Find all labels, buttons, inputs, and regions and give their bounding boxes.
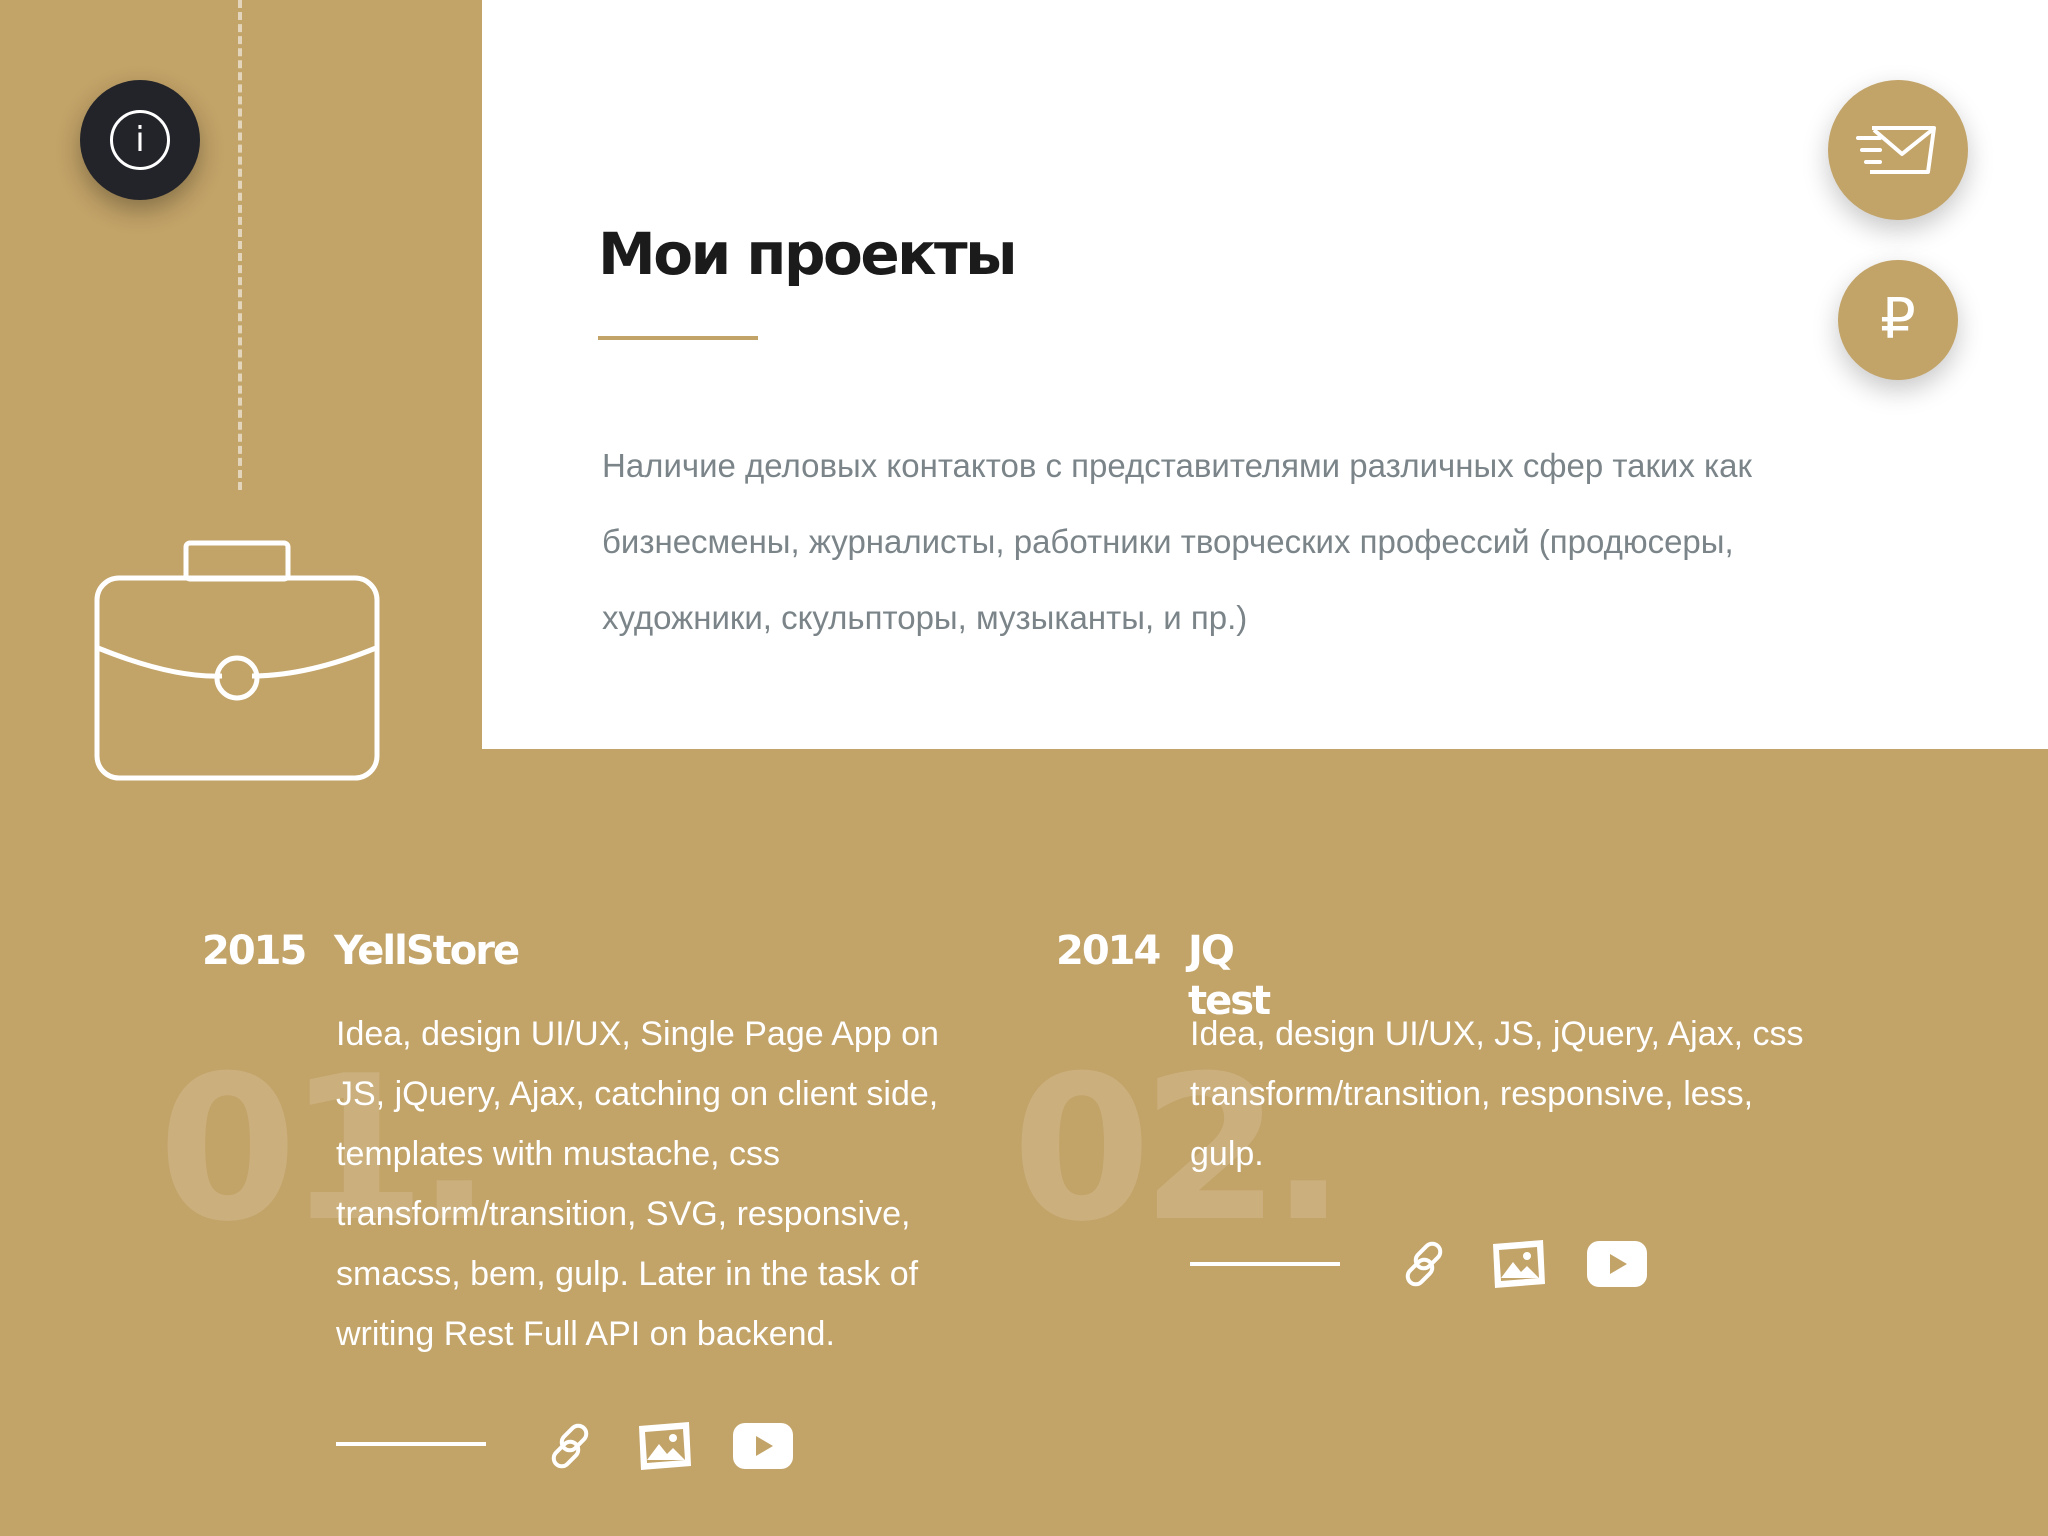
intro-text: Наличие деловых контактов с представител…	[602, 447, 1752, 636]
ruble-icon: ₽	[1880, 287, 1916, 352]
project-year: 2014	[1056, 928, 1161, 974]
link-icon	[1405, 1241, 1443, 1287]
dashed-timeline	[238, 0, 242, 490]
project-video-button[interactable]	[732, 1416, 794, 1476]
page-title: Мои проекты	[598, 220, 1018, 288]
mail-button[interactable]	[1828, 80, 1968, 220]
title-underline	[598, 336, 758, 340]
gallery-icon	[639, 1422, 691, 1470]
project-description: Idea, design UI/UX, JS, jQuery, Ajax, cs…	[1190, 1015, 1804, 1173]
project-link-button[interactable]	[1396, 1236, 1452, 1292]
gallery-icon	[1493, 1240, 1545, 1288]
payment-button[interactable]: ₽	[1838, 260, 1958, 380]
project-divider	[1190, 1262, 1340, 1266]
project-description: Idea, design UI/UX, Single Page App on J…	[336, 1015, 939, 1353]
youtube-icon	[1587, 1241, 1647, 1287]
info-icon: i	[110, 110, 170, 170]
send-mail-icon	[1856, 126, 1936, 174]
link-icon	[551, 1423, 589, 1469]
project-year: 2015	[202, 928, 307, 974]
project-divider	[336, 1442, 486, 1446]
project-name: YellStore	[334, 928, 520, 974]
project-video-button[interactable]	[1586, 1234, 1648, 1294]
youtube-icon	[733, 1423, 793, 1469]
briefcase-icon	[94, 540, 380, 781]
info-button[interactable]: i	[80, 80, 200, 200]
project-link-button[interactable]	[542, 1418, 598, 1474]
project-gallery-button[interactable]	[634, 1416, 694, 1476]
project-gallery-button[interactable]	[1488, 1234, 1548, 1294]
